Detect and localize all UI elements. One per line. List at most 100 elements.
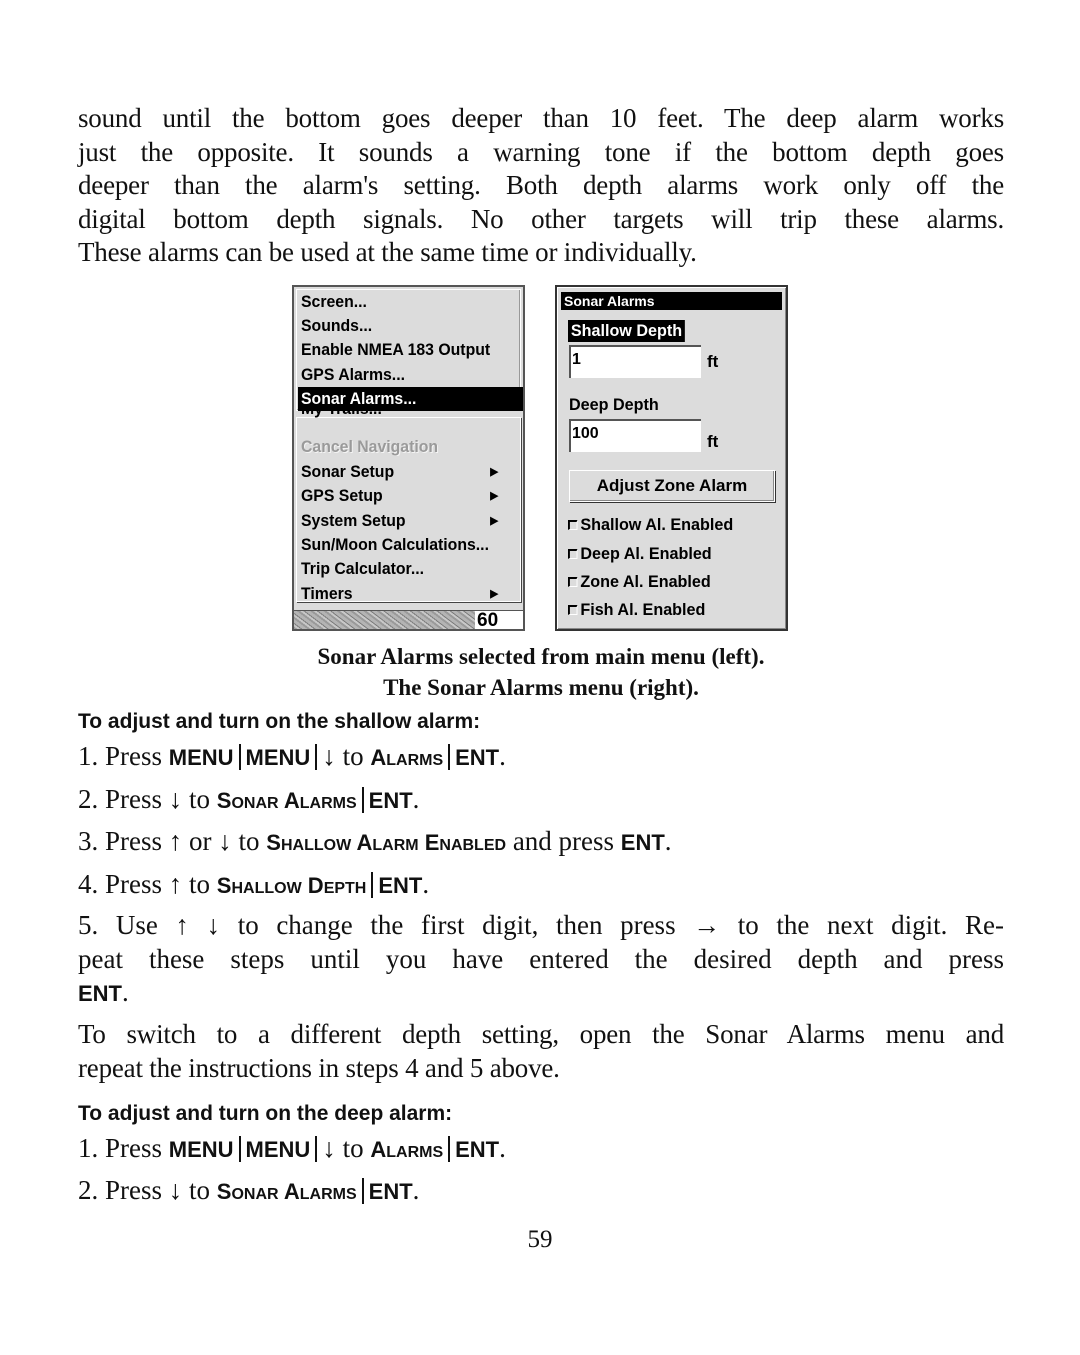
shallow-step-5: 5. Use ↑ ↓ to change the first digit, th… (78, 909, 1004, 1011)
key-ent: ENT (368, 788, 413, 813)
menu-item-sonar-alarms[interactable]: Sonar Alarms... (298, 387, 523, 411)
step-text: 5. Use ↑ ↓ to change the first digit, th… (78, 910, 1004, 940)
checkbox-icon[interactable] (568, 577, 578, 587)
checkbox-label: Shallow Al. Enabled (580, 515, 734, 534)
menu-item-my-trails[interactable]: My Trails... (301, 409, 502, 423)
page-number: 59 (527, 1226, 553, 1253)
menu-item-gps-alarms[interactable]: GPS Alarms... (301, 363, 502, 387)
separator (238, 1136, 241, 1162)
separator (361, 787, 364, 813)
step-text: peat these steps until you have entered … (78, 943, 1004, 974)
checkbox-label: Fish Al. Enabled (580, 600, 706, 619)
key-ent: ENT (455, 1137, 500, 1162)
dialog-title: Sonar Alarms (561, 292, 782, 310)
menu-item-gps-setup[interactable]: GPS Setup ▶ (301, 484, 502, 508)
shallow-depth-unit: ft (707, 352, 719, 371)
shallow-depth-label[interactable]: Shallow Depth (568, 320, 685, 342)
menu-ref-alarms: ALARMS (370, 745, 444, 770)
checkbox-icon[interactable] (568, 520, 578, 530)
separator (315, 1136, 318, 1162)
checkbox-icon[interactable] (568, 605, 578, 615)
menu-item-sun-moon[interactable]: Sun/Moon Calculations... (301, 533, 502, 557)
up-arrow-icon: ↑ (168, 869, 183, 899)
checkbox-icon[interactable] (568, 549, 578, 559)
key-ent: ENT (78, 981, 122, 1006)
intro-line: just the opposite. It sounds a warning t… (78, 136, 1004, 167)
menu-ref-shallow-depth: SHALLOW DEPTH (216, 873, 367, 898)
deep-step-1: 1. Press MENU MENU ↓ to ALARMS ENT. (78, 1133, 506, 1163)
figure-caption-line1: Sonar Alarms selected from main menu (le… (317, 644, 765, 669)
step-text: and press (512, 826, 615, 856)
separator (238, 744, 241, 770)
shallow-step-3: 3. Press ↑ or ↓ to SHALLOW ALARM ENABLED… (78, 826, 672, 856)
deep-depth-unit: ft (707, 432, 719, 451)
sonar-alarms-screenshot: Sonar Alarms Shallow Depth 1 ft Deep Dep… (555, 285, 788, 631)
menu-item-timers[interactable]: Timers ▶ (301, 582, 502, 606)
shallow-alarm-checkbox[interactable]: Shallow Al. Enabled (568, 514, 733, 536)
submenu-arrow-icon: ▶ (490, 515, 499, 527)
fish-alarm-checkbox[interactable]: Fish Al. Enabled (568, 599, 705, 621)
menu-item-label: My Trails... (301, 409, 382, 418)
intro-line: These alarms can be used at the same tim… (78, 237, 697, 267)
submenu-arrow-icon: ▶ (490, 490, 499, 502)
menu-ref-shallow-alarm-enabled: SHALLOW ALARM ENABLED (266, 830, 507, 855)
deep-alarm-checkbox[interactable]: Deep Al. Enabled (568, 543, 712, 565)
step-text: to (189, 869, 211, 899)
menu-item-label: Sonar Setup (301, 462, 395, 481)
separator (448, 1136, 451, 1162)
menu-item-screen[interactable]: Screen... (301, 290, 502, 314)
paragraph-line: To switch to a different depth setting, … (78, 1019, 1004, 1049)
step-text: 1. Press (78, 1133, 163, 1163)
paragraph-line: repeat the instructions in steps 4 and 5… (78, 1052, 560, 1083)
step-text: to (189, 784, 211, 814)
intro-line: digital bottom depth signals. No other t… (78, 203, 1004, 234)
intro-line: sound until the bottom goes deeper than … (78, 103, 1004, 133)
menu-item-sonar-setup[interactable]: Sonar Setup ▶ (301, 460, 502, 484)
step-text: 4. Press (78, 869, 163, 899)
menu-item-sounds[interactable]: Sounds... (301, 314, 502, 338)
intro-paragraph: sound until the bottom goes deeper than … (78, 102, 1004, 270)
deep-depth-label: Deep Depth (569, 395, 659, 414)
separator (361, 1178, 364, 1204)
separator (371, 872, 374, 898)
switch-paragraph: To switch to a different depth setting, … (78, 1018, 1004, 1085)
down-arrow-icon: ↓ (168, 1175, 183, 1205)
step-text: to (189, 1175, 211, 1205)
shallow-depth-input[interactable]: 1 (569, 345, 701, 378)
menu-item-system-setup[interactable]: System Setup ▶ (301, 509, 502, 533)
shallow-step-2: 2. Press ↓ to SONAR ALARMS ENT. (78, 784, 420, 814)
menu-item-label: GPS Setup (301, 486, 383, 505)
down-arrow-icon: ↓ (322, 741, 336, 771)
key-ent: ENT (368, 1179, 413, 1204)
key-ent: ENT (455, 745, 500, 770)
menu-item-trip-calculator[interactable]: Trip Calculator... (301, 557, 502, 581)
shallow-section-heading: To adjust and turn on the shallow alarm: (78, 710, 481, 733)
checkbox-label: Deep Al. Enabled (580, 544, 712, 563)
step-text: 1. Press (78, 741, 163, 771)
shallow-step-4: 4. Press ↑ to SHALLOW DEPTH ENT. (78, 869, 430, 899)
menu-ref-alarms: ALARMS (370, 1137, 444, 1162)
step-text: to (238, 826, 260, 856)
step-text: 2. Press (78, 784, 163, 814)
separator (448, 744, 451, 770)
deep-depth-input[interactable]: 100 (569, 419, 701, 452)
key-menu: MENU (245, 745, 311, 770)
menu-ref-sonar-alarms: SONAR ALARMS (216, 1179, 357, 1204)
key-menu: MENU (168, 745, 234, 770)
deep-section-heading: To adjust and turn on the deep alarm: (78, 1102, 453, 1125)
menu-item-label: System Setup (301, 511, 406, 530)
depth-readout: 60 (475, 611, 523, 630)
down-arrow-icon: ↓ (322, 1133, 336, 1163)
menu-item-label: Timers (301, 584, 353, 603)
step-text: 3. Press (78, 826, 163, 856)
step-text: or (189, 826, 212, 856)
menu-ref-sonar-alarms: SONAR ALARMS (216, 788, 357, 813)
zone-alarm-checkbox[interactable]: Zone Al. Enabled (568, 571, 711, 593)
shallow-step-1: 1. Press MENU MENU ↓ to ALARMS ENT. (78, 741, 506, 771)
key-menu: MENU (245, 1137, 311, 1162)
menu-item-enable-nmea[interactable]: Enable NMEA 183 Output (301, 338, 502, 362)
down-arrow-icon: ↓ (168, 784, 183, 814)
step-text: 2. Press (78, 1175, 163, 1205)
adjust-zone-alarm-button[interactable]: Adjust Zone Alarm (569, 470, 775, 502)
step-text: to (342, 741, 364, 771)
